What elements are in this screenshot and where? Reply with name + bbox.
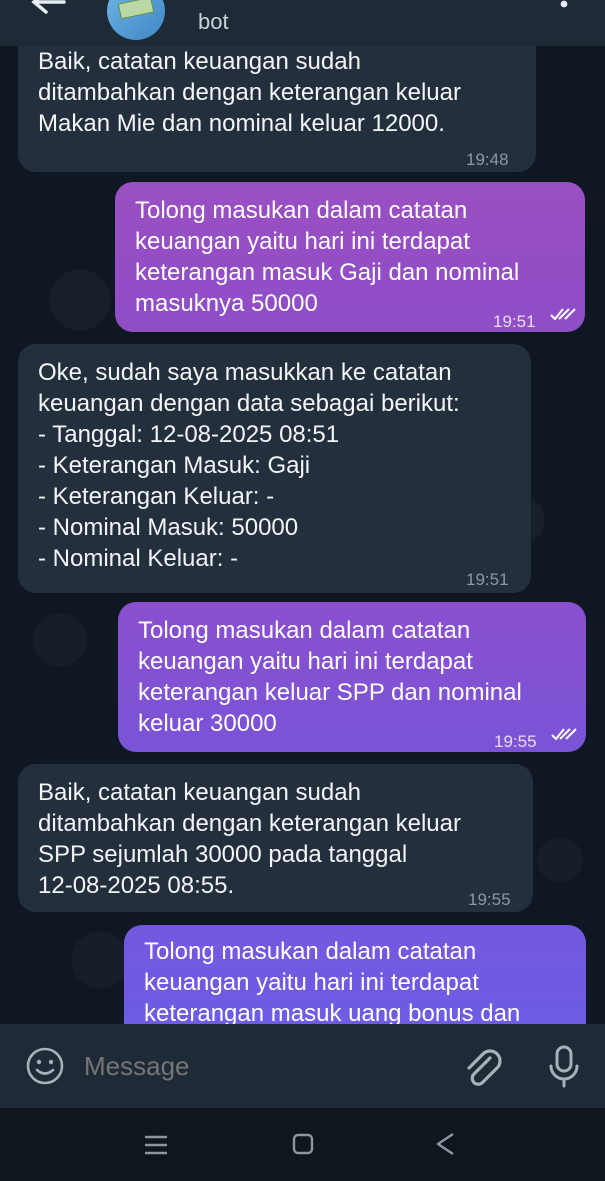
paperclip-icon[interactable]	[462, 1044, 508, 1090]
message-text: Baik, catatan keuangan sudah ditambahkan…	[38, 779, 461, 899]
recent-apps-icon[interactable]	[143, 1134, 169, 1156]
message-time: 19:55	[468, 890, 511, 909]
message-time: 19:48	[466, 150, 509, 169]
incoming-message[interactable]: Baik, catatan keuangan sudah ditambahkan…	[18, 28, 536, 172]
message-text: Oke, sudah saya masukkan ke catatan keua…	[38, 359, 460, 572]
message-time: 19:51	[466, 570, 509, 589]
message-composer	[0, 1024, 605, 1108]
back-triangle-icon[interactable]	[434, 1132, 456, 1156]
double-check-icon	[551, 728, 577, 741]
arrow-left-icon[interactable]	[28, 0, 68, 26]
smile-icon[interactable]	[24, 1045, 66, 1087]
incoming-message[interactable]: Baik, catatan keuangan sudah ditambahkan…	[18, 764, 533, 912]
system-nav-bar	[0, 1108, 605, 1181]
chat-background: Baik, catatan keuangan sudah ditambahkan…	[0, 0, 605, 1024]
message-text: Tolong masukan dalam catatan keuangan ya…	[135, 197, 520, 317]
outgoing-message[interactable]: Tolong masukan dalam catatan keuangan ya…	[115, 182, 585, 332]
microphone-icon[interactable]	[548, 1044, 580, 1090]
incoming-message[interactable]: Oke, sudah saya masukkan ke catatan keua…	[18, 344, 531, 593]
message-time: 19:51	[493, 312, 536, 331]
outgoing-message[interactable]: Tolong masukan dalam catatan keuangan ya…	[118, 602, 586, 752]
home-icon[interactable]	[292, 1133, 314, 1155]
more-vertical-icon[interactable]	[556, 0, 572, 24]
chat-header: bot	[0, 0, 605, 46]
double-check-icon	[550, 308, 576, 321]
message-input[interactable]	[84, 1046, 444, 1086]
outgoing-message[interactable]: Tolong masukan dalam catatan keuangan ya…	[124, 925, 586, 1024]
message-text: Tolong masukan dalam catatan keuangan ya…	[144, 938, 521, 1024]
message-time: 19:55	[494, 732, 537, 751]
money-icon	[117, 0, 155, 20]
chat-title[interactable]: bot	[198, 9, 229, 35]
message-text: Tolong masukan dalam catatan keuangan ya…	[138, 617, 522, 737]
message-text: Baik, catatan keuangan sudah ditambahkan…	[38, 48, 461, 137]
avatar[interactable]	[107, 0, 165, 40]
